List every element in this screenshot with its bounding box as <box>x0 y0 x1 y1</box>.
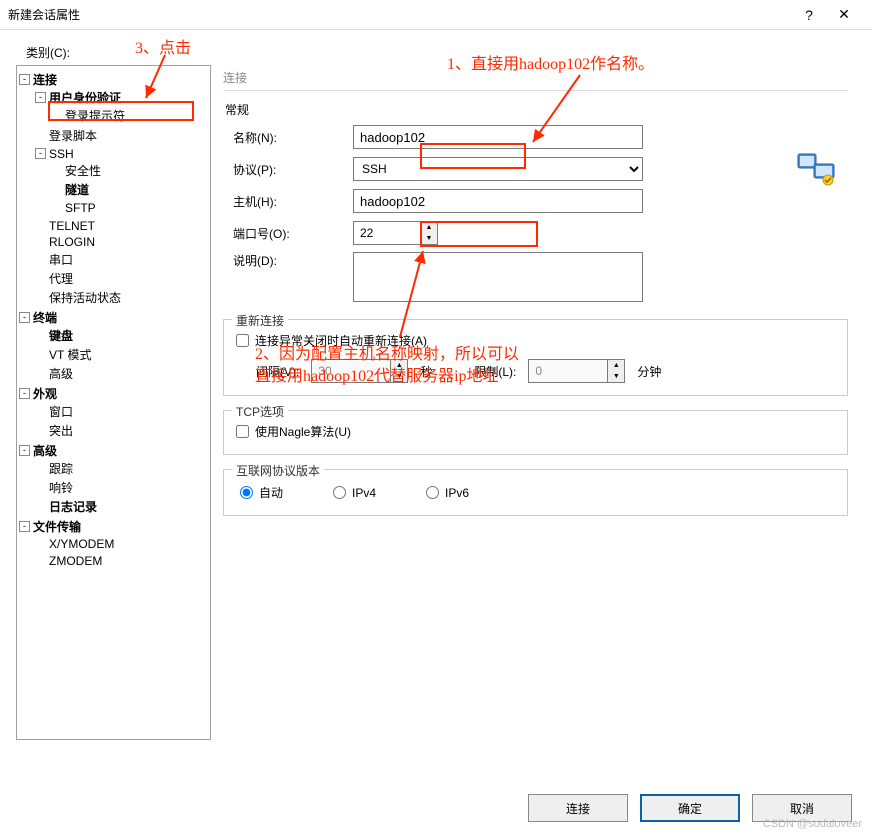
name-label: 名称(N): <box>223 129 353 146</box>
tree-ssh[interactable]: SSH <box>49 147 74 161</box>
settings-panel: 连接 常规 名称(N): 协议(P): SSH 主机(H): 端口号 <box>223 65 856 740</box>
tree-proxy[interactable]: 代理 <box>49 272 73 286</box>
tree-log[interactable]: 日志记录 <box>49 500 97 514</box>
connect-button[interactable]: 连接 <box>528 794 628 822</box>
tree-vt[interactable]: VT 模式 <box>49 348 91 362</box>
nagle-label: 使用Nagle算法(U) <box>255 423 351 440</box>
ip-v6-radio[interactable]: IPv6 <box>426 486 469 500</box>
tree-highlight[interactable]: 突出 <box>49 424 73 438</box>
expand-icon[interactable]: - <box>19 312 30 323</box>
ip-v4-radio[interactable]: IPv4 <box>333 486 376 500</box>
tree-advanced[interactable]: 高级 <box>33 444 57 458</box>
tree-sftp[interactable]: SFTP <box>65 201 96 215</box>
category-tree[interactable]: -连接 -用户身份验证 登录提示符 登录脚本 -SSH 安全性 隧道 SFTP <box>16 65 211 740</box>
interval-input[interactable] <box>311 359 391 383</box>
help-button[interactable]: ? <box>794 7 824 23</box>
section-title: 连接 <box>223 69 848 86</box>
tree-trace[interactable]: 跟踪 <box>49 462 73 476</box>
host-label: 主机(H): <box>223 193 353 210</box>
port-input[interactable] <box>353 221 421 245</box>
watermark: CSDN @sodaloveer <box>763 818 862 830</box>
computers-icon <box>796 150 838 186</box>
host-input[interactable] <box>353 189 643 213</box>
ip-auto-radio[interactable]: 自动 <box>240 484 283 501</box>
interval-spinner[interactable]: ▲▼ <box>391 359 408 383</box>
group-ipversion-legend: 互联网协议版本 <box>232 462 324 479</box>
tree-rlogin[interactable]: RLOGIN <box>49 235 95 249</box>
tree-connection[interactable]: 连接 <box>33 73 57 87</box>
expand-icon[interactable]: - <box>35 148 46 159</box>
tree-terminal[interactable]: 终端 <box>33 311 57 325</box>
spin-down-icon[interactable]: ▼ <box>608 371 624 382</box>
desc-label: 说明(D): <box>223 252 353 269</box>
name-input[interactable] <box>353 125 643 149</box>
tree-serial[interactable]: 串口 <box>49 253 73 267</box>
tree-tunnel[interactable]: 隧道 <box>65 183 89 197</box>
nagle-checkbox[interactable] <box>236 425 249 438</box>
interval-unit: 秒 <box>420 363 432 380</box>
limit-label: 限制(L): <box>474 363 516 380</box>
group-general-label: 常规 <box>225 101 848 118</box>
tree-login-script[interactable]: 登录脚本 <box>49 129 97 143</box>
titlebar: 新建会话属性 ? ✕ <box>0 0 872 30</box>
tree-appearance[interactable]: 外观 <box>33 387 57 401</box>
spin-up-icon[interactable]: ▲ <box>391 360 407 371</box>
group-ipversion: 互联网协议版本 自动 IPv4 IPv6 <box>223 469 848 516</box>
tree-xymodem[interactable]: X/YMODEM <box>49 537 114 551</box>
tree-bell[interactable]: 响铃 <box>49 481 73 495</box>
tree-zmodem[interactable]: ZMODEM <box>49 554 102 568</box>
auto-reconnect-checkbox[interactable] <box>236 334 249 347</box>
tree-adv1[interactable]: 高级 <box>49 367 73 381</box>
tree-window[interactable]: 窗口 <box>49 405 73 419</box>
limit-input[interactable] <box>528 359 608 383</box>
expand-icon[interactable]: - <box>19 388 30 399</box>
close-button[interactable]: ✕ <box>824 6 864 23</box>
group-reconnect-legend: 重新连接 <box>232 312 288 329</box>
tree-security[interactable]: 安全性 <box>65 164 101 178</box>
expand-icon[interactable]: - <box>19 521 30 532</box>
auto-reconnect-label: 连接异常关闭时自动重新连接(A) <box>255 332 427 349</box>
category-label: 类别(C): <box>26 44 856 61</box>
protocol-select[interactable]: SSH <box>353 157 643 181</box>
group-tcp-legend: TCP选项 <box>232 403 288 420</box>
spin-down-icon[interactable]: ▼ <box>421 233 437 244</box>
ok-button[interactable]: 确定 <box>640 794 740 822</box>
spin-down-icon[interactable]: ▼ <box>391 371 407 382</box>
tree-user-auth[interactable]: 用户身份验证 <box>49 91 121 105</box>
expand-icon[interactable]: - <box>19 445 30 456</box>
tree-telnet[interactable]: TELNET <box>49 218 95 232</box>
tree-keyboard[interactable]: 键盘 <box>49 329 73 343</box>
group-tcp: TCP选项 使用Nagle算法(U) <box>223 410 848 455</box>
tree-keepalive[interactable]: 保持活动状态 <box>49 291 121 305</box>
limit-unit: 分钟 <box>637 363 661 380</box>
spin-up-icon[interactable]: ▲ <box>608 360 624 371</box>
expand-icon[interactable]: - <box>19 74 30 85</box>
port-label: 端口号(O): <box>223 225 353 242</box>
tree-login-prompt[interactable]: 登录提示符 <box>65 109 125 123</box>
limit-spinner[interactable]: ▲▼ <box>608 359 625 383</box>
expand-icon[interactable]: - <box>35 92 46 103</box>
interval-label: 间隔(V): <box>256 363 299 380</box>
desc-input[interactable] <box>353 252 643 302</box>
tree-filetransfer[interactable]: 文件传输 <box>33 520 81 534</box>
window-title: 新建会话属性 <box>8 6 794 23</box>
protocol-label: 协议(P): <box>223 161 353 178</box>
port-spinner[interactable]: ▲▼ <box>421 221 438 245</box>
group-reconnect: 重新连接 连接异常关闭时自动重新连接(A) 间隔(V): ▲▼ 秒 限制(L): <box>223 319 848 396</box>
spin-up-icon[interactable]: ▲ <box>421 222 437 233</box>
